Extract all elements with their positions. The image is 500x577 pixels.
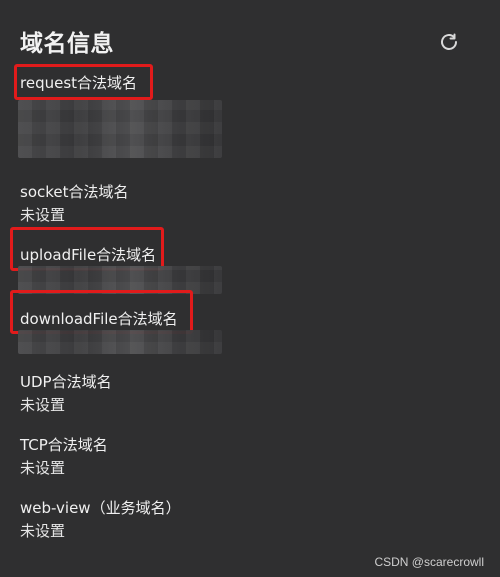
socket-domain-value: 未设置 bbox=[20, 206, 66, 224]
udp-domain-label: UDP合法域名 bbox=[20, 373, 112, 391]
panel-title: 域名信息 bbox=[20, 31, 114, 57]
uploadfile-highlight-box bbox=[10, 227, 164, 271]
tcp-domain-label: TCP合法域名 bbox=[20, 436, 108, 454]
request-domain-redacted bbox=[18, 100, 222, 158]
udp-domain-value: 未设置 bbox=[20, 396, 66, 414]
socket-domain-label: socket合法域名 bbox=[20, 183, 129, 201]
webview-domain-value: 未设置 bbox=[20, 522, 66, 540]
tcp-domain-value: 未设置 bbox=[20, 459, 66, 477]
downloadfile-domain-redacted bbox=[18, 330, 222, 354]
refresh-button[interactable] bbox=[437, 30, 461, 54]
domain-info-panel: 域名信息 request合法域名 socket合法域名 未设置 uploadFi… bbox=[0, 0, 500, 577]
refresh-icon bbox=[441, 33, 457, 50]
request-highlight-box bbox=[14, 64, 153, 100]
downloadfile-highlight-box bbox=[10, 290, 193, 334]
webview-domain-label: web-view（业务域名） bbox=[20, 499, 181, 517]
watermark: CSDN @scarecrowll bbox=[374, 555, 484, 569]
